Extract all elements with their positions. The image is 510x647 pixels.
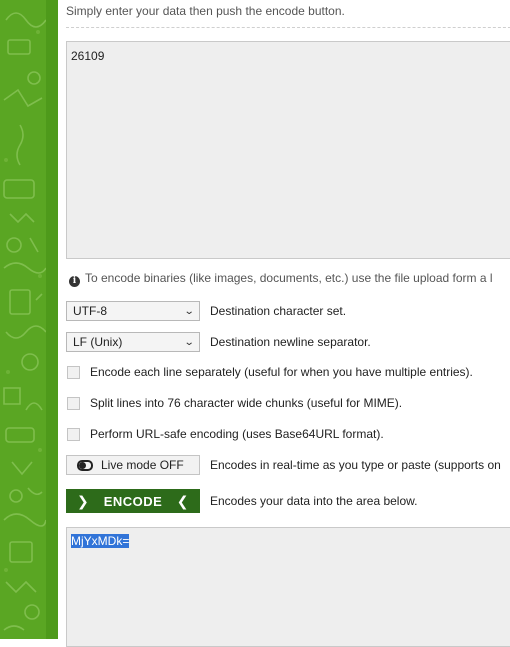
newline-label: Destination newline separator. [210,335,371,349]
encode-label: ENCODE [103,493,163,509]
newline-row: LF (Unix) ⌄ Destination newline separato… [66,332,371,352]
intro-text: Simply enter your data then push the enc… [66,4,345,18]
url-safe-option: Perform URL-safe encoding (uses Base64UR… [66,427,384,441]
live-mode-row: Live mode OFF Encodes in real-time as yo… [66,455,501,475]
chevron-down-icon: ⌄ [183,305,195,317]
newline-selected: LF (Unix) [73,335,123,349]
newline-select[interactable]: LF (Unix) ⌄ [66,332,200,352]
chevron-right-icon: ❯ [77,492,90,509]
live-mode-label: Live mode OFF [101,458,184,472]
charset-row: UTF-8 ⌄ Destination character set. [66,301,346,321]
live-mode-button[interactable]: Live mode OFF [66,455,200,475]
chevron-left-icon: ❮ [176,492,189,509]
divider [66,27,510,28]
sidebar-pattern [3,12,46,631]
each-line-option: Encode each line separately (useful for … [66,365,473,379]
split-lines-option: Split lines into 76 character wide chunk… [66,396,402,410]
charset-label: Destination character set. [210,304,347,318]
input-textarea[interactable]: 26109 [66,41,510,259]
info-icon: i [69,276,80,287]
encoder-panel: Simply enter your data then push the enc… [58,0,510,647]
split-lines-checkbox[interactable] [67,396,80,410]
each-line-checkbox[interactable] [67,365,80,379]
each-line-label[interactable]: Encode each line separately (useful for … [90,365,473,379]
encode-description: Encodes your data into the area below. [210,494,418,508]
output-textarea[interactable]: MjYxMDk= [66,527,510,647]
charset-select[interactable]: UTF-8 ⌄ [66,301,200,321]
chevron-down-icon: ⌄ [183,336,195,348]
output-text[interactable]: MjYxMDk= [71,534,130,548]
toggle-icon [77,459,93,471]
charset-selected: UTF-8 [73,304,107,318]
sidebar-edge [46,0,58,639]
url-safe-checkbox[interactable] [67,427,80,441]
split-lines-label[interactable]: Split lines into 76 character wide chunk… [90,396,402,410]
encode-row: ❯ ENCODE ❮ Encodes your data into the ar… [66,489,417,513]
info-note: i To encode binaries (like images, docume… [69,271,493,287]
encode-button[interactable]: ❯ ENCODE ❮ [66,489,200,513]
url-safe-label[interactable]: Perform URL-safe encoding (uses Base64UR… [90,427,384,441]
info-text: To encode binaries (like images, documen… [85,271,493,285]
decorative-sidebar [0,0,46,639]
live-mode-description: Encodes in real-time as you type or past… [210,458,501,472]
